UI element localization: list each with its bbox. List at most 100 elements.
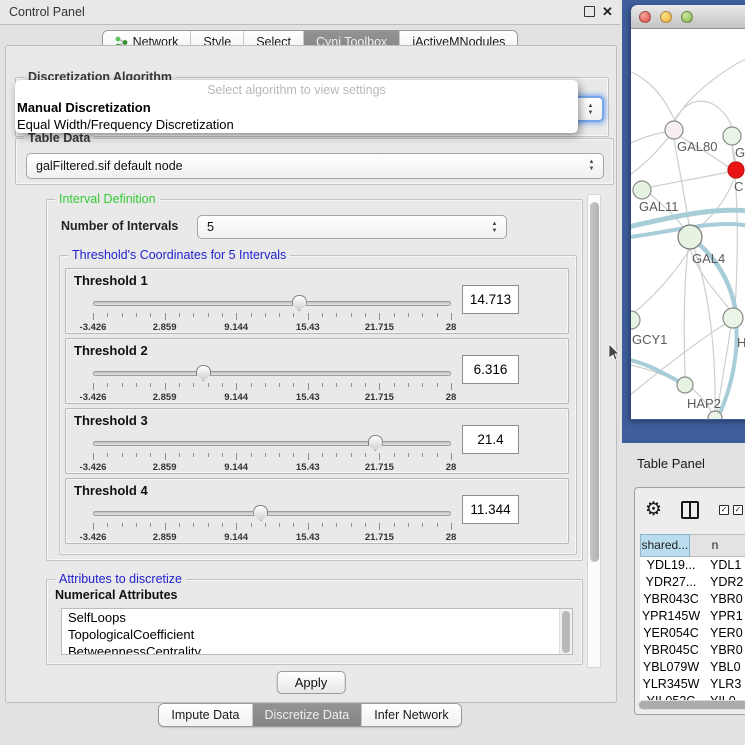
- threshold-row: Threshold 4 -3.4262.8599.14415.4321.7152…: [65, 478, 569, 544]
- scrollbar-thumb[interactable]: [639, 701, 745, 709]
- settings-scroll-area: Interval Definition Number of Intervals …: [15, 194, 605, 668]
- horizontal-scrollbar[interactable]: [638, 700, 745, 710]
- mouse-cursor: [609, 344, 620, 360]
- threshold-value-field[interactable]: 6.316: [462, 355, 519, 384]
- slider-track[interactable]: [93, 371, 451, 376]
- network-window-titlebar: [631, 5, 745, 29]
- list-scrollbar[interactable]: [559, 609, 572, 654]
- slider-thumb[interactable]: [292, 295, 307, 311]
- slider-track[interactable]: [93, 511, 451, 516]
- group-title: Threshold's Coordinates for 5 Intervals: [68, 248, 290, 262]
- node-label: HAP2: [687, 396, 721, 411]
- network-node[interactable]: [678, 225, 702, 249]
- stepper-icons: ▲▼: [587, 156, 596, 176]
- table-row[interactable]: YDR27...YDR2: [640, 574, 745, 591]
- threshold-slider[interactable]: -3.4262.8599.14415.4321.71528: [93, 503, 451, 543]
- bottom-tab-bar: Impute Data Discretize Data Infer Networ…: [0, 703, 620, 727]
- threshold-value-field[interactable]: 21.4: [462, 425, 519, 454]
- scrollbar-thumb[interactable]: [590, 202, 599, 562]
- group-title: Interval Definition: [55, 192, 160, 206]
- num-intervals-value: 5: [207, 220, 214, 234]
- numerical-attributes-label: Numerical Attributes: [55, 588, 177, 602]
- close-window-icon[interactable]: [639, 11, 651, 23]
- control-panel-window: Control Panel ✕ Network Style Select Cyn…: [0, 0, 620, 745]
- table-row[interactable]: YBL079WYBL0: [640, 659, 745, 676]
- network-node[interactable]: [708, 411, 722, 419]
- table-data-group: Table Data galFiltered.sif default node …: [15, 138, 614, 185]
- network-view-window: GAL80GACGAL11GAL4GCY1HHAP2: [631, 5, 745, 420]
- checkbox-icon[interactable]: ✓: [719, 505, 729, 515]
- float-panel-icon[interactable]: [584, 6, 595, 17]
- threshold-slider[interactable]: -3.4262.8599.14415.4321.71528: [93, 363, 451, 403]
- table-row[interactable]: YDL19...YDL1: [640, 557, 745, 574]
- table-toolbar: ⚙ ✓ ✓: [635, 488, 745, 534]
- thresholds-group: Threshold's Coordinates for 5 Intervals …: [59, 255, 577, 555]
- threshold-slider[interactable]: -3.4262.8599.14415.4321.71528: [93, 433, 451, 473]
- network-node[interactable]: [723, 308, 743, 328]
- apply-button[interactable]: Apply: [277, 671, 346, 694]
- close-panel-icon[interactable]: ✕: [602, 6, 613, 18]
- threshold-value-field[interactable]: 14.713: [462, 285, 519, 314]
- table-row[interactable]: YPR145WYPR1: [640, 608, 745, 625]
- threshold-slider[interactable]: -3.4262.8599.14415.4321.71528: [93, 293, 451, 333]
- slider-track[interactable]: [93, 301, 451, 306]
- tab-discretize-data[interactable]: Discretize Data: [252, 704, 362, 726]
- column-header-shared[interactable]: shared...: [640, 534, 690, 557]
- node-label: GA: [735, 145, 745, 160]
- slider-track[interactable]: [93, 441, 451, 446]
- zoom-window-icon[interactable]: [681, 11, 693, 23]
- network-node[interactable]: [633, 181, 651, 199]
- attribute-item[interactable]: TopologicalCoefficient: [62, 626, 572, 643]
- node-label: C: [734, 179, 743, 194]
- table-data-combobox[interactable]: galFiltered.sif default node ▲▼: [26, 153, 604, 179]
- slider-thumb[interactable]: [368, 435, 383, 451]
- dropdown-option-equal-width[interactable]: Equal Width/Frequency Discretization: [15, 116, 578, 133]
- table-body: YDL19...YDL1YDR27...YDR2YBR043CYBR0YPR14…: [640, 557, 745, 710]
- slider-ticks: [93, 383, 451, 391]
- network-node[interactable]: [631, 311, 640, 329]
- table-row[interactable]: YBR043CYBR0: [640, 591, 745, 608]
- network-node[interactable]: [665, 121, 683, 139]
- algorithm-dropdown-popup: Select algorithm to view settings Manual…: [15, 80, 578, 133]
- column-header-name[interactable]: n: [690, 534, 745, 557]
- threshold-value-field[interactable]: 11.344: [462, 495, 519, 524]
- minimize-window-icon[interactable]: [660, 11, 672, 23]
- num-intervals-combobox[interactable]: 5 ▲▼: [197, 215, 507, 239]
- table-row[interactable]: YBR045CYBR0: [640, 642, 745, 659]
- table-row[interactable]: YER054CYER0: [640, 625, 745, 642]
- threshold-label: Threshold 2: [74, 343, 148, 358]
- node-label: GAL80: [677, 139, 717, 154]
- table-row[interactable]: YLR345WYLR3: [640, 676, 745, 693]
- table-panel-title: Table Panel: [637, 456, 705, 471]
- vertical-scrollbar[interactable]: [587, 194, 601, 668]
- tab-impute-data[interactable]: Impute Data: [159, 704, 251, 726]
- desktop-area: GAL80GACGAL11GAL4GCY1HHAP2 Table Panel ⚙…: [620, 0, 745, 745]
- cyni-toolbox-panel: Discretization Algorithm ▲▼ Select algor…: [5, 45, 617, 703]
- network-canvas[interactable]: GAL80GACGAL11GAL4GCY1HHAP2: [631, 29, 745, 419]
- gear-icon[interactable]: ⚙: [645, 499, 662, 521]
- slider-tick-labels: -3.4262.8599.14415.4321.71528: [93, 392, 451, 402]
- attribute-item[interactable]: SelfLoops: [62, 609, 572, 626]
- slider-ticks: [93, 313, 451, 321]
- table-data-value: galFiltered.sif default node: [36, 159, 183, 173]
- node-label: GCY1: [632, 332, 667, 347]
- columns-icon[interactable]: [681, 501, 699, 519]
- dropdown-option-manual[interactable]: Manual Discretization: [15, 99, 578, 116]
- checkbox-icon[interactable]: ✓: [733, 505, 743, 515]
- tab-infer-network[interactable]: Infer Network: [361, 704, 460, 726]
- table-panel: ⚙ ✓ ✓ shared... n YDL19...YDL1YDR27...YD…: [634, 487, 745, 715]
- slider-thumb[interactable]: [196, 365, 211, 381]
- control-panel-titlebar: Control Panel ✕: [0, 0, 620, 25]
- attribute-item[interactable]: BetweennessCentrality: [62, 643, 572, 655]
- slider-thumb[interactable]: [253, 505, 268, 521]
- group-title: Attributes to discretize: [55, 572, 186, 586]
- network-node[interactable]: [728, 162, 744, 178]
- threshold-row: Threshold 3 -3.4262.8599.14415.4321.7152…: [65, 408, 569, 474]
- threshold-label: Threshold 3: [74, 413, 148, 428]
- node-label: H: [737, 335, 745, 350]
- network-node[interactable]: [723, 127, 741, 145]
- attributes-list[interactable]: SelfLoopsTopologicalCoefficientBetweenne…: [61, 608, 573, 655]
- slider-tick-labels: -3.4262.8599.14415.4321.71528: [93, 462, 451, 472]
- network-node[interactable]: [677, 377, 693, 393]
- panel-title: Control Panel: [9, 5, 85, 19]
